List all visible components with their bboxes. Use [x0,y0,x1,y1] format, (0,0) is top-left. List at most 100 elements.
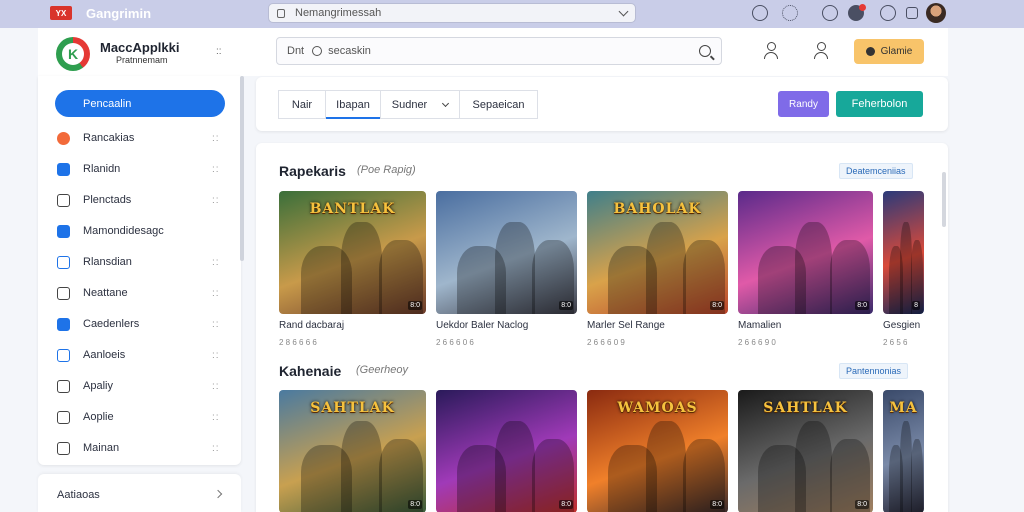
search-placeholder: secaskin [328,45,371,57]
url-text: Nemangrimessah [295,7,382,19]
browser-title: Gangrimin [86,6,152,21]
sidebar-item[interactable]: Plenctads:: [38,190,241,210]
users-icon[interactable] [763,42,779,60]
tab-1[interactable]: Nair [278,90,326,119]
drag-handle-icon[interactable]: :: [212,319,220,330]
game-card[interactable]: MA [883,390,924,512]
sidebar-item-label: Rancakias [83,132,135,144]
game-catalog: Rapekaris (Poe Rapig) Deatemceniias Kahe… [256,143,948,512]
game-title[interactable]: Mamalien [738,320,873,331]
puzzle-icon [57,224,70,238]
info-icon[interactable] [752,5,768,21]
game-card[interactable]: SAHTLAK 8:0 [738,390,873,512]
window-icon [57,441,70,455]
sidebar-item[interactable]: Rlanidn:: [38,159,241,179]
drag-handle-icon[interactable]: :: [212,195,220,206]
game-title[interactable]: Rand dacbaraj [279,320,426,331]
game-card[interactable]: BANTLAK 8:0 Rand dacbaraj 2 8 6 6 6 6 [279,191,426,347]
game-button[interactable]: Glamie [854,39,924,64]
gear-icon[interactable] [782,5,798,21]
game-thumbnail[interactable]: SAHTLAK 8:0 [279,390,426,512]
sidebar-item[interactable]: Apaliy:: [38,376,241,396]
game-thumbnail[interactable]: 8:0 [436,390,577,512]
brand-initial: K [62,43,84,65]
sidebar-item[interactable]: Rlansdian:: [38,252,241,272]
game-thumbnail[interactable]: BANTLAK 8:0 [279,191,426,314]
game-card[interactable]: 8:0 Mamalien 2 6 6 6 9 0 [738,191,873,347]
drag-handle-icon[interactable]: :: [212,257,220,268]
chevron-down-icon[interactable] [618,6,629,17]
drag-handle-icon[interactable]: :: [212,381,220,392]
url-bar[interactable]: Nemangrimessah [268,3,636,23]
game-title[interactable]: Uekdor Baler Naclog [436,320,577,331]
section-title: Kahenaie [279,363,342,379]
sidebar-item-label: Mainan [83,442,120,454]
chevron-down-icon [442,99,450,107]
game-card[interactable]: 8:0 [436,390,577,512]
drag-handle-icon[interactable]: :: [212,133,220,144]
browser-chrome: YX Gangrimin Nemangrimessah [0,0,1024,28]
game-logo-text: BANTLAK [309,201,396,217]
sidebar-item[interactable]: Aoplie:: [38,407,241,427]
game-card[interactable]: BAHOLAK 8:0 Marler Sel Range 2 6 6 6 0 9 [587,191,728,347]
sidebar-item-label: Plenctads [83,194,132,206]
sidebar: Pencaalin Rancakias:: Rlanidn:: Plenctads:… [38,76,241,465]
game-thumbnail[interactable]: MA [883,390,924,512]
search-submit-icon[interactable] [699,45,711,57]
game-card[interactable]: 8 Gesgien 2 6 5 6 [883,191,924,347]
purple-button[interactable]: Randy [778,91,829,117]
sidebar-primary-button[interactable]: Pencaalin [55,90,225,117]
sidebar-footer[interactable]: Aatiaoas [38,474,241,512]
sidebar-item[interactable]: Mamondidesagc [38,221,241,241]
notification-icon[interactable] [848,4,866,21]
brand-menu-icon[interactable]: :: [216,46,222,57]
teal-button[interactable]: Feherbolon [836,91,923,117]
game-title[interactable]: Gesgien [883,320,924,331]
search-prefix: Dnt [287,45,305,57]
sidebar-item[interactable]: Mainan:: [38,438,241,458]
user-icon[interactable] [813,42,829,60]
avatar[interactable] [926,3,946,23]
brand-logo-icon[interactable]: K [56,37,90,71]
game-meta: 2 6 6 6 9 0 [738,338,776,347]
drag-handle-icon[interactable]: :: [212,164,220,175]
game-title[interactable]: Marler Sel Range [587,320,728,331]
game-card[interactable]: WAMOAS 8:0 [587,390,728,512]
sidebar-item[interactable]: Caedenlers:: [38,314,241,334]
section-link[interactable]: Pantennonias [839,363,909,379]
search-input[interactable]: Dnt secaskin [276,37,722,65]
phone-icon [57,348,70,362]
tab-2[interactable]: Ibapan [325,90,381,119]
game-thumbnail[interactable]: WAMOAS 8:0 [587,390,728,512]
game-logo-text: SAHTLAK [763,400,848,416]
game-thumbnail[interactable]: 8 [883,191,924,314]
game-meta: 2 6 6 6 0 9 [587,338,625,347]
content-scrollbar[interactable] [942,172,946,227]
drag-handle-icon[interactable]: :: [212,412,220,423]
clock-icon[interactable] [822,5,838,21]
smile-icon[interactable] [880,5,896,21]
search-icon [312,46,323,56]
drag-handle-icon[interactable]: :: [212,443,220,454]
drag-handle-icon[interactable]: :: [212,350,220,361]
drag-handle-icon[interactable]: :: [212,288,220,299]
sidebar-item-label: Aanloeis [83,349,126,361]
sidebar-item[interactable]: Aanloeis:: [38,345,241,365]
sidebar-item[interactable]: Neattane:: [38,283,241,303]
tab-4[interactable]: Sepaeican [459,90,538,119]
game-meta: 2 6 6 6 0 6 [436,338,474,347]
duration-badge: 8:0 [855,301,869,310]
game-card[interactable]: SAHTLAK 8:0 [279,390,426,512]
game-thumbnail[interactable]: BAHOLAK 8:0 [587,191,728,314]
section-link[interactable]: Deatemceniias [839,163,913,179]
game-card[interactable]: 8:0 Uekdor Baler Naclog 2 6 6 6 0 6 [436,191,577,347]
list-icon [57,286,70,300]
game-thumbnail[interactable]: 8:0 [436,191,577,314]
game-thumbnail[interactable]: 8:0 [738,191,873,314]
tab-3-dropdown[interactable]: Sudner [380,90,460,119]
section-subtitle: (Geerheoy [356,364,408,376]
game-thumbnail[interactable]: SAHTLAK 8:0 [738,390,873,512]
sidebar-item[interactable]: Rancakias:: [38,128,241,148]
sidebar-scrollbar[interactable] [240,76,244,261]
square-icon[interactable] [906,7,918,19]
